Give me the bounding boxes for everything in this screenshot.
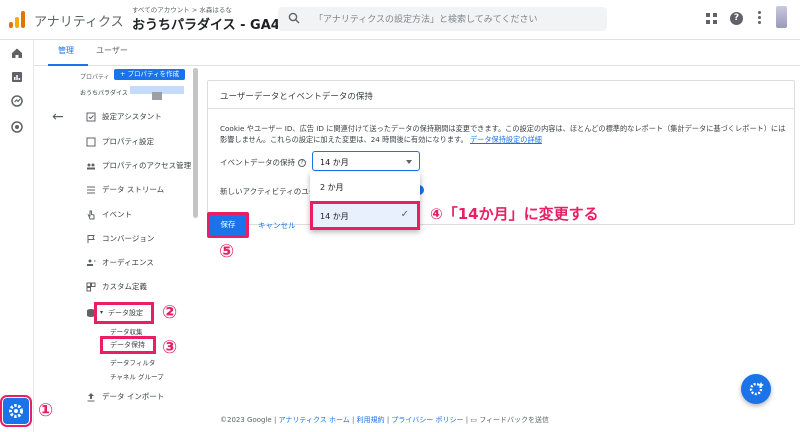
data-retention-help-link[interactable]: データ保持設定の詳細 [470, 135, 542, 144]
nav-scrollbar[interactable] [193, 68, 198, 218]
property-name[interactable]: おうちパラダイス - [80, 88, 132, 97]
more-vert-icon[interactable] [758, 11, 762, 27]
admin-tabs: 管理 ユーザー [34, 40, 800, 66]
property-title: おうちパラダイス - GA4 [132, 18, 280, 33]
nav-item-label: イベント [102, 210, 132, 219]
new-activity-label: 新しいアクティビティのユー [220, 187, 317, 196]
dropdown-option-14-months[interactable]: 14 か月 ✓ [310, 201, 420, 230]
nav-subitem-data-filters[interactable]: データフィルタ [110, 357, 155, 367]
nav-item-label: コンバージョン [102, 234, 155, 243]
insights-fab-button[interactable] [741, 374, 771, 404]
left-rail [0, 40, 34, 432]
people-icon [87, 163, 95, 170]
expand-caret-icon: ▾ [100, 309, 104, 316]
tab-user[interactable]: ユーザー [96, 45, 128, 56]
footer-link-terms[interactable]: 利用規約 [357, 416, 385, 424]
save-button[interactable]: 保存 [207, 212, 249, 238]
nav-item-label: データ設定 [108, 309, 143, 317]
home-icon[interactable] [10, 46, 24, 60]
nav-item-label: カスタム定義 [102, 282, 147, 291]
option-label: 14 か月 [320, 212, 349, 221]
reports-icon[interactable] [10, 70, 24, 84]
audience-icon [87, 259, 96, 266]
nav-subitem-data-retention[interactable]: データ保持 [100, 336, 156, 354]
nav-item-label: オーディエンス [102, 258, 154, 267]
chevron-down-icon [406, 160, 412, 164]
field-label-text: イベントデータの保持 [220, 158, 295, 167]
search-placeholder: 「アナリティクスの設定方法」と検索してみてください [314, 15, 538, 25]
analytics-logo-icon[interactable] [9, 10, 25, 28]
admin-nav: プロパティ + プロパティを作成 おうちパラダイス - ← 設定アシスタント プ… [34, 66, 200, 416]
app-name[interactable]: アナリティクス [34, 11, 124, 30]
stream-icon [87, 186, 95, 194]
annotation-step-3: ③ [162, 337, 178, 358]
upload-icon [87, 393, 95, 402]
annotation-step-4: ④「14か月」に変更する [430, 205, 599, 223]
dropdown-option-2-months[interactable]: 2 か月 [320, 182, 344, 193]
gear-icon [9, 404, 23, 418]
feedback-link[interactable]: フィードバックを送信 [479, 416, 549, 424]
search-icon [288, 12, 300, 24]
selected-value: 14 か月 [320, 158, 349, 167]
nav-subitem-data-collection[interactable]: データ収集 [110, 326, 143, 336]
explore-icon[interactable] [10, 94, 24, 108]
nav-subitem-channel-groups[interactable]: チャネル グループ [110, 371, 164, 381]
nav-item-label: 設定アシスタント [102, 112, 162, 121]
feedback-icon[interactable]: ▭ [470, 416, 477, 424]
avatar[interactable] [776, 6, 787, 28]
account-breadcrumb[interactable]: すべてのアカウント > 水森はるな [132, 4, 232, 14]
check-icon: ✓ [400, 209, 409, 220]
event-retention-select[interactable]: 14 か月 [312, 151, 420, 171]
create-property-button[interactable]: + プロパティを作成 [114, 69, 186, 80]
nav-subitem-label: データ保持 [110, 341, 145, 349]
tab-admin[interactable]: 管理 [58, 45, 74, 56]
help-icon[interactable]: ? [730, 12, 743, 25]
event-retention-label: イベントデータの保持? [220, 157, 306, 168]
divider [208, 108, 794, 109]
property-label: プロパティ [80, 74, 110, 81]
footer-link-analytics-home[interactable]: アナリティクス ホーム [279, 416, 350, 424]
nav-item-label: プロパティのアクセス管理 [102, 161, 192, 170]
nav-item-label: データ ストリーム [102, 185, 165, 194]
retention-dropdown-menu: 2 か月 14 か月 ✓ [310, 172, 420, 230]
panel-description: Cookie やユーザー ID、広告 ID に関連付けて送ったデータの保持期間は… [220, 123, 786, 145]
copyright: ©2023 Google [220, 416, 272, 424]
advertising-icon[interactable] [10, 120, 24, 134]
property-name-redacted-2 [152, 92, 162, 100]
footer-link-privacy[interactable]: プライバシー ポリシー [391, 416, 463, 424]
custom-icon [86, 282, 96, 292]
checkbox-icon [86, 112, 96, 122]
top-bar: アナリティクス すべてのアカウント > 水森はるな おうちパラダイス - GA4… [0, 0, 800, 40]
nav-item-label: データ インポート [102, 392, 165, 401]
touch-icon [87, 210, 95, 220]
back-arrow-icon[interactable]: ← [52, 110, 68, 124]
footer: ©2023 Google | アナリティクス ホーム | 利用規約 | プライバ… [220, 416, 550, 424]
annotation-step-2: ② [162, 302, 178, 323]
help-circle-icon[interactable]: ? [298, 159, 306, 167]
nav-item-data-settings[interactable]: ▾ データ設定 [94, 302, 154, 324]
square-icon [86, 137, 96, 147]
panel-title: ユーザーデータとイベントデータの保持 [220, 92, 373, 102]
cancel-button[interactable]: キャンセル [258, 220, 296, 231]
search-input[interactable]: 「アナリティクスの設定方法」と検索してみてください [278, 7, 607, 31]
annotation-step-5: ⑤ [219, 241, 235, 262]
admin-gear-button[interactable] [0, 395, 32, 427]
insights-icon [749, 382, 764, 396]
nav-item-label: プロパティ設定 [102, 137, 155, 146]
apps-grid-icon[interactable] [706, 13, 717, 24]
property-selector[interactable]: おうちパラダイス - GA4 ▾ [132, 14, 288, 33]
flag-icon [87, 235, 95, 243]
